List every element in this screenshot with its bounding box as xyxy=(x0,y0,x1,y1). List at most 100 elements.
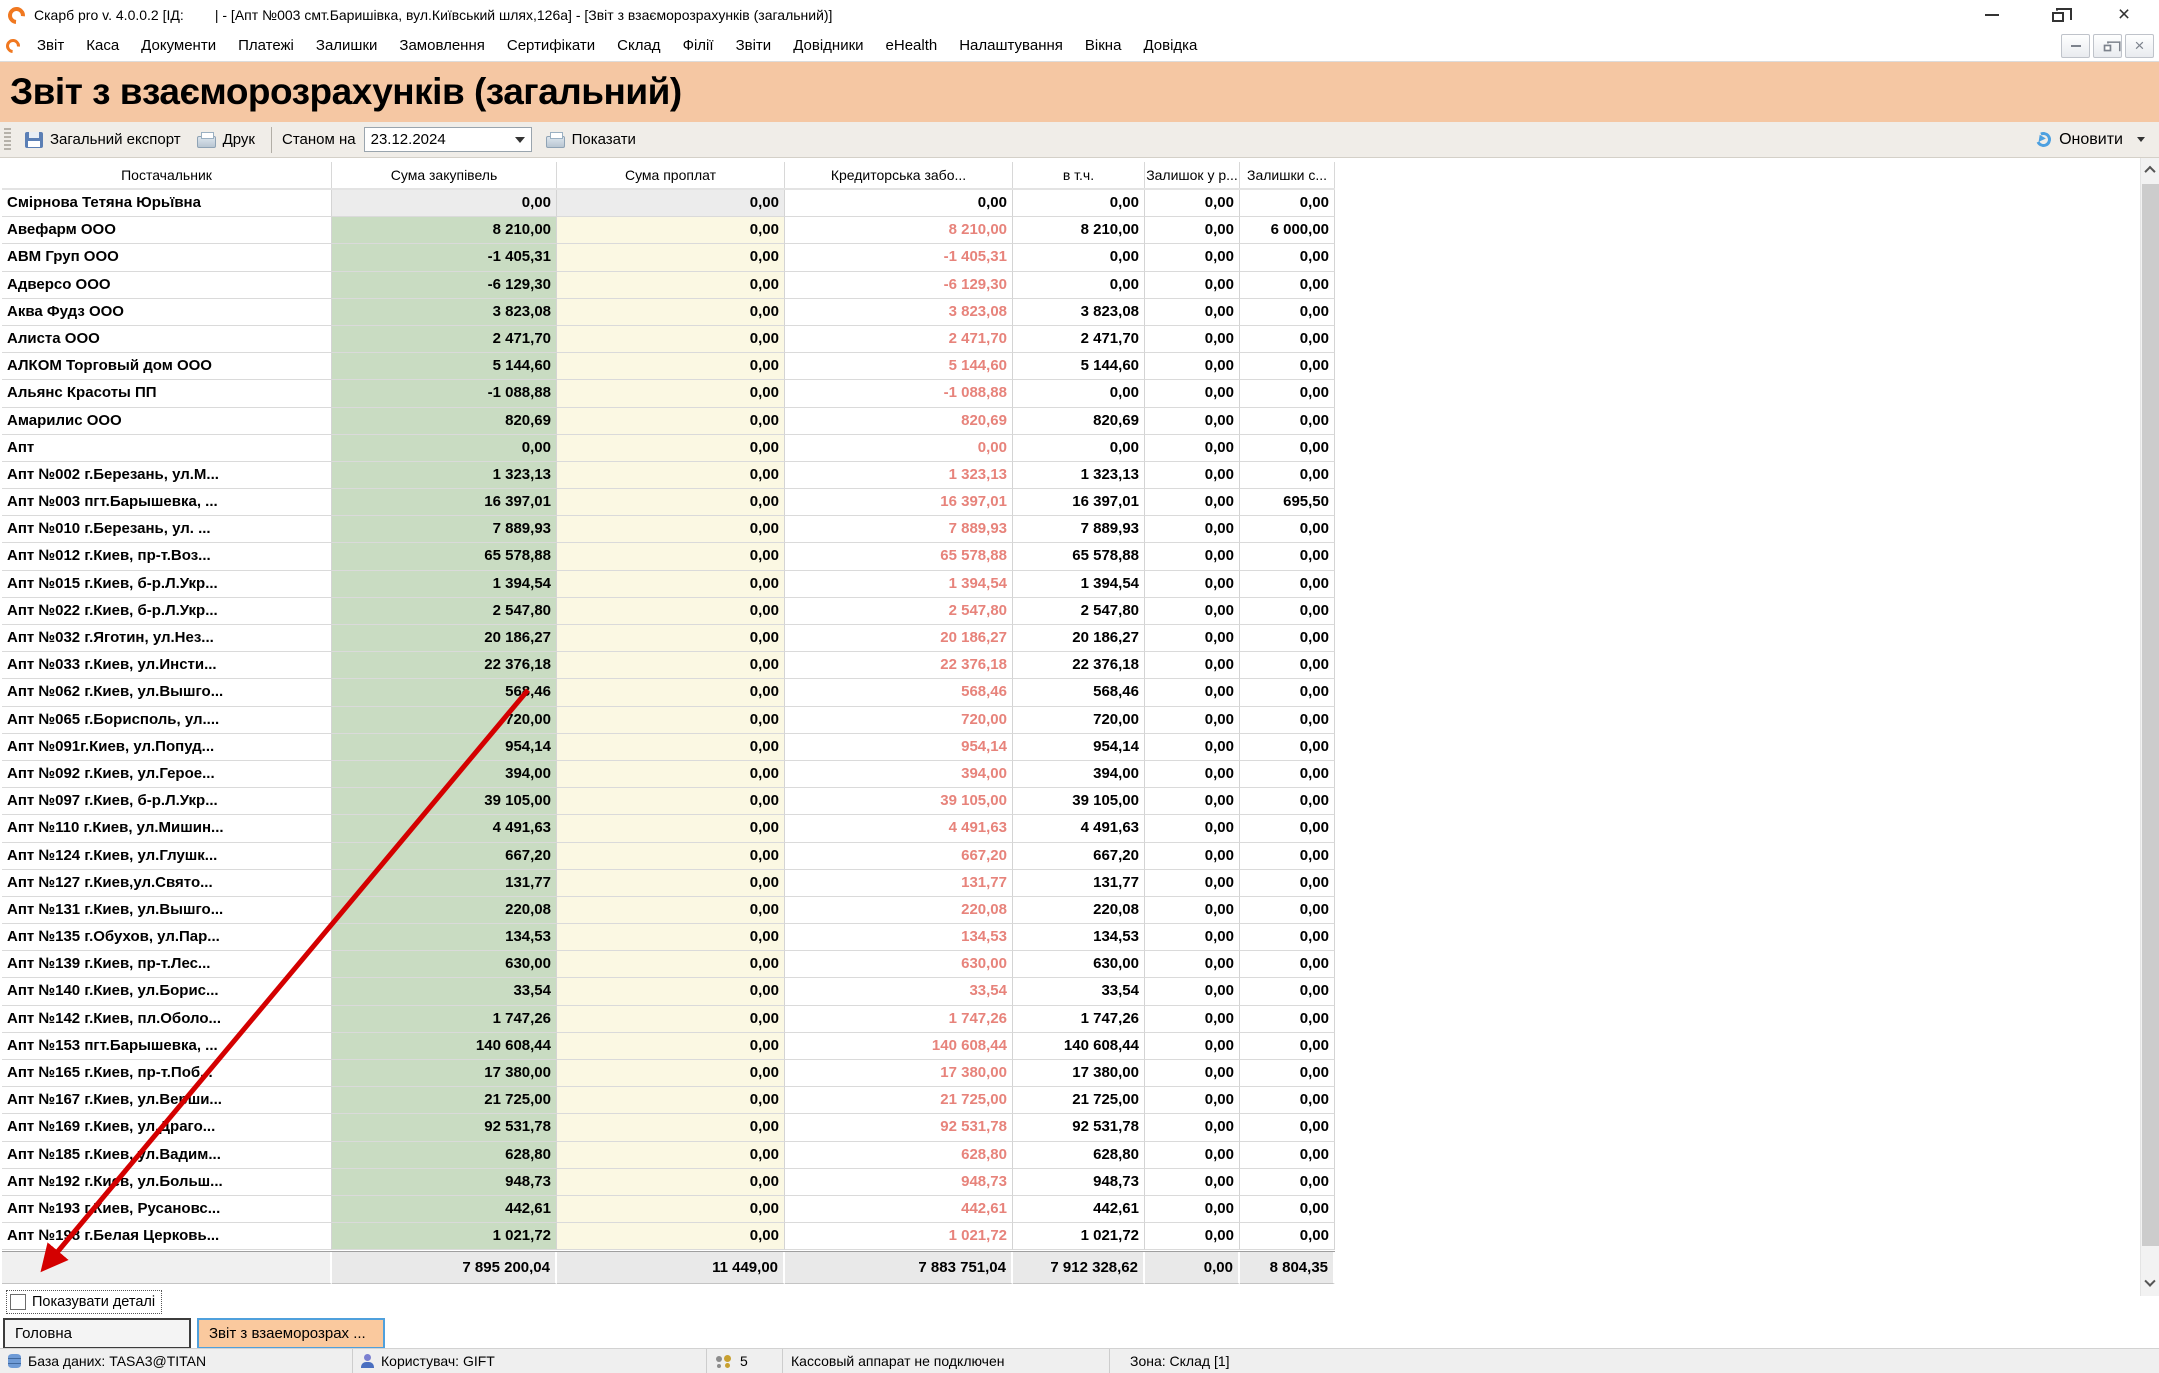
toolbar-grip-handle[interactable] xyxy=(4,128,11,152)
value-cell: 134,53 xyxy=(785,924,1013,951)
as-of-date-combobox[interactable]: 23.12.2024 xyxy=(364,127,532,152)
table-row[interactable]: Апт №032 г.Яготин, ул.Нез...20 186,270,0… xyxy=(2,625,1335,652)
table-row[interactable]: Апт №124 г.Киев, ул.Глушк...667,200,0066… xyxy=(2,843,1335,870)
column-header[interactable]: Сума проплат xyxy=(557,162,785,188)
value-cell: 0,00 xyxy=(1240,462,1335,489)
table-row[interactable]: Алиста ООО2 471,700,002 471,702 471,700,… xyxy=(2,326,1335,353)
minimize-button[interactable] xyxy=(1981,5,2003,25)
value-cell: 0,00 xyxy=(332,190,557,217)
table-row[interactable]: Апт №135 г.Обухов, ул.Пар...134,530,0013… xyxy=(2,924,1335,951)
value-cell: 1 021,72 xyxy=(1013,1223,1145,1250)
value-cell: 17 380,00 xyxy=(1013,1060,1145,1087)
show-details-checkbox-group[interactable]: Показувати деталі xyxy=(6,1290,162,1314)
table-row[interactable]: Апт №110 г.Киев, ул.Мишин...4 491,630,00… xyxy=(2,815,1335,842)
table-row[interactable]: Апт №192 г.Киев, ул.Больш...948,730,0094… xyxy=(2,1169,1335,1196)
column-header[interactable]: Залишки с... xyxy=(1240,162,1335,188)
column-header[interactable]: Постачальник xyxy=(2,162,332,188)
table-row[interactable]: Апт №062 г.Киев, ул.Вышго...568,460,0056… xyxy=(2,679,1335,706)
restore-button[interactable] xyxy=(2047,5,2069,25)
table-row[interactable]: Апт №065 г.Борисполь, ул....720,000,0072… xyxy=(2,707,1335,734)
value-cell: 20 186,27 xyxy=(332,625,557,652)
date-dropdown-caret-icon[interactable] xyxy=(515,137,525,143)
table-row[interactable]: Смірнова Тетяна Юрьївна0,000,000,000,000… xyxy=(2,190,1335,217)
table-row[interactable]: Апт №142 г.Киев, пл.Оболо...1 747,260,00… xyxy=(2,1006,1335,1033)
table-row[interactable]: АЛКОМ Торговый дом ООО5 144,600,005 144,… xyxy=(2,353,1335,380)
table-row[interactable]: Альянс Красоты ПП-1 088,880,00-1 088,880… xyxy=(2,380,1335,407)
table-row[interactable]: Апт №169 г.Киев, ул.Драго...92 531,780,0… xyxy=(2,1114,1335,1141)
table-row[interactable]: Апт №022 г.Киев, б-р.Л.Укр...2 547,800,0… xyxy=(2,598,1335,625)
table-row[interactable]: Адверсо ООО-6 129,300,00-6 129,300,000,0… xyxy=(2,272,1335,299)
menu-item-Вікна[interactable]: Вікна xyxy=(1074,37,1133,54)
vertical-scrollbar[interactable] xyxy=(2140,158,2159,1296)
table-row[interactable]: Апт №003 пгт.Барышевка, ...16 397,010,00… xyxy=(2,489,1335,516)
menu-item-Платежі[interactable]: Платежі xyxy=(227,37,305,54)
database-icon xyxy=(8,1354,21,1368)
menu-item-Документи[interactable]: Документи xyxy=(130,37,227,54)
menu-item-Звіт[interactable]: Звіт xyxy=(26,37,75,54)
tab-main[interactable]: Головна xyxy=(3,1318,191,1349)
menu-item-Сертифікати[interactable]: Сертифікати xyxy=(496,37,606,54)
value-cell: 21 725,00 xyxy=(332,1087,557,1114)
print-button[interactable]: Друк xyxy=(189,128,263,151)
table-row[interactable]: Апт №193 г.Киев, Русановс...442,610,0044… xyxy=(2,1196,1335,1223)
table-row[interactable]: Апт №165 г.Киев, пр-т.Поб...17 380,000,0… xyxy=(2,1060,1335,1087)
table-row[interactable]: Авефарм ООО8 210,000,008 210,008 210,000… xyxy=(2,217,1335,244)
show-details-checkbox[interactable] xyxy=(10,1294,26,1310)
refresh-button[interactable]: Оновити xyxy=(2036,131,2159,149)
menu-item-Замовлення[interactable]: Замовлення xyxy=(388,37,495,54)
totals-cell: 7 883 751,04 xyxy=(785,1252,1013,1284)
mdi-close-button[interactable]: × xyxy=(2125,34,2154,58)
table-row[interactable]: Апт №185 г.Киев, ул.Вадим...628,800,0062… xyxy=(2,1142,1335,1169)
value-cell: 630,00 xyxy=(332,951,557,978)
column-header[interactable]: Сума закупівель xyxy=(332,162,557,188)
tab-report[interactable]: Звіт з взаеморозрах ... xyxy=(197,1318,385,1349)
table-row[interactable]: Апт №127 г.Киев,ул.Свято...131,770,00131… xyxy=(2,870,1335,897)
value-cell: 0,00 xyxy=(557,897,785,924)
show-button[interactable]: Показати xyxy=(538,128,644,151)
menu-item-Налаштування[interactable]: Налаштування xyxy=(948,37,1074,54)
table-row[interactable]: Апт №010 г.Березань, ул. ...7 889,930,00… xyxy=(2,516,1335,543)
menu-item-Залишки[interactable]: Залишки xyxy=(305,37,389,54)
supplier-cell: Апт №167 г.Киев, ул.Верши... xyxy=(2,1087,332,1114)
table-row[interactable]: Апт №012 г.Киев, пр-т.Воз...65 578,880,0… xyxy=(2,543,1335,570)
menu-item-Склад[interactable]: Склад xyxy=(606,37,671,54)
column-header[interactable]: Кредиторська забо... xyxy=(785,162,1013,188)
refresh-dropdown-caret-icon[interactable] xyxy=(2137,137,2145,142)
scroll-up-button[interactable] xyxy=(2141,158,2159,182)
table-row[interactable]: АВМ Груп ООО-1 405,310,00-1 405,310,000,… xyxy=(2,244,1335,271)
menu-item-Каса[interactable]: Каса xyxy=(75,37,130,54)
menu-item-Довідники[interactable]: Довідники xyxy=(782,37,874,54)
table-row[interactable]: Амарилис ООО820,690,00820,69820,690,000,… xyxy=(2,408,1335,435)
close-button[interactable]: × xyxy=(2113,5,2135,25)
table-row[interactable]: Апт №097 г.Киев, б-р.Л.Укр...39 105,000,… xyxy=(2,788,1335,815)
table-row[interactable]: Апт №153 пгт.Барышевка, ...140 608,440,0… xyxy=(2,1033,1335,1060)
table-row[interactable]: Апт №092 г.Киев, ул.Герое...394,000,0039… xyxy=(2,761,1335,788)
value-cell: 0,00 xyxy=(1145,380,1240,407)
value-cell: 0,00 xyxy=(1240,924,1335,951)
menu-item-Філії[interactable]: Філії xyxy=(672,37,725,54)
scroll-down-button[interactable] xyxy=(2141,1272,2159,1296)
table-row[interactable]: Апт №002 г.Березань, ул.М...1 323,130,00… xyxy=(2,462,1335,489)
mdi-restore-button[interactable] xyxy=(2093,34,2122,58)
table-row[interactable]: Апт0,000,000,000,000,000,00 xyxy=(2,435,1335,462)
table-row[interactable]: Апт №140 г.Киев, ул.Борис...33,540,0033,… xyxy=(2,978,1335,1005)
column-header[interactable]: Залишок у р... xyxy=(1145,162,1240,188)
table-row[interactable]: Апт №167 г.Киев, ул.Верши...21 725,000,0… xyxy=(2,1087,1335,1114)
table-row[interactable]: Аква Фудз ООО3 823,080,003 823,083 823,0… xyxy=(2,299,1335,326)
table-row[interactable]: Апт №091г.Киев, ул.Попуд...954,140,00954… xyxy=(2,734,1335,761)
table-row[interactable]: Апт №131 г.Киев, ул.Вышго...220,080,0022… xyxy=(2,897,1335,924)
mdi-minimize-icon xyxy=(2071,45,2081,47)
table-row[interactable]: Апт №015 г.Киев, б-р.Л.Укр...1 394,540,0… xyxy=(2,571,1335,598)
value-cell: 0,00 xyxy=(1145,299,1240,326)
menu-item-Звіти[interactable]: Звіти xyxy=(725,37,783,54)
supplier-cell: Апт №092 г.Киев, ул.Герое... xyxy=(2,761,332,788)
scrollbar-thumb[interactable] xyxy=(2142,184,2159,1246)
table-row[interactable]: Апт №033 г.Киев, ул.Инсти...22 376,180,0… xyxy=(2,652,1335,679)
table-row[interactable]: Апт №139 г.Киев, пр-т.Лес...630,000,0063… xyxy=(2,951,1335,978)
column-header[interactable]: в т.ч. xyxy=(1013,162,1145,188)
mdi-minimize-button[interactable] xyxy=(2061,34,2090,58)
general-export-button[interactable]: Загальний експорт xyxy=(17,128,189,151)
table-row[interactable]: Апт №198 г.Белая Церковь...1 021,720,001… xyxy=(2,1223,1335,1250)
menu-item-Довідка[interactable]: Довідка xyxy=(1132,37,1208,54)
menu-item-eHealth[interactable]: eHealth xyxy=(875,37,949,54)
